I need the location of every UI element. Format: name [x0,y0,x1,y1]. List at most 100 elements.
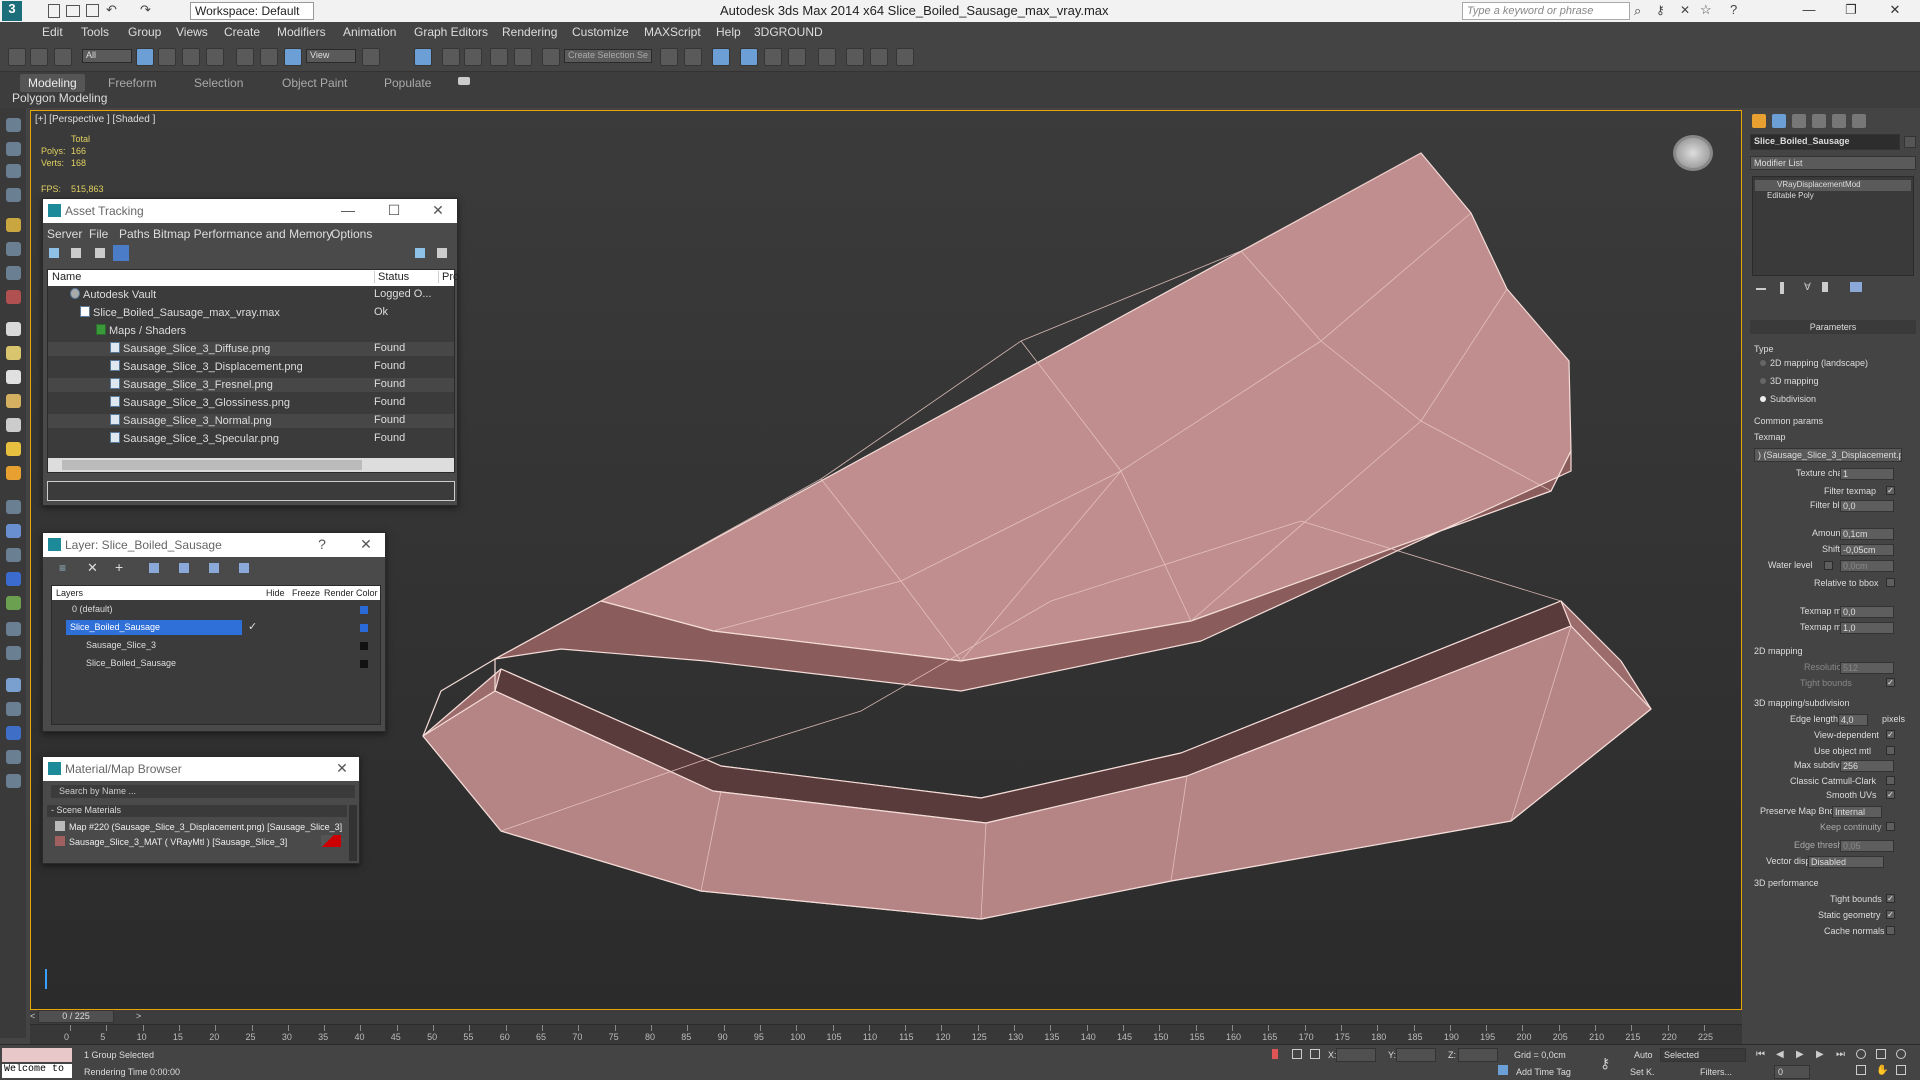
pan-icon[interactable]: ✋ [1876,1065,1888,1076]
menu-paths[interactable]: Paths [119,227,150,241]
favorites-star-icon[interactable]: ☆ [1700,2,1712,18]
filter-blur-spinner[interactable]: 0,0 [1840,500,1894,512]
resolution-spinner[interactable]: 512 [1840,662,1894,674]
select-layer-icon[interactable] [179,563,189,573]
ribbon-panel-polygon-modeling[interactable]: Polygon Modeling [12,91,107,105]
layer-row[interactable]: Slice_Boiled_Sausage ✓ [52,620,380,636]
view-dependent-checkbox[interactable]: ✓ [1886,730,1895,739]
close-icon[interactable]: ✕ [357,536,375,552]
teapot-icon[interactable] [6,346,21,360]
table-row[interactable]: Sausage_Slice_3_Glossiness.png Found [48,396,454,410]
field-of-view-icon[interactable] [1856,1065,1866,1075]
add-time-tag-button[interactable]: Add Time Tag [1516,1067,1571,1077]
absolute-mode-icon[interactable] [1310,1049,1320,1059]
next-frame-icon[interactable]: ▶ [1816,1049,1824,1060]
texmap-max-spinner[interactable]: 1,0 [1840,622,1894,634]
globe-icon[interactable] [6,572,21,586]
layer-row-swatch[interactable] [360,642,368,650]
redo-icon[interactable]: ↷ [140,2,151,18]
isolate-selection-icon[interactable] [1272,1049,1278,1059]
layer-manager-icon[interactable] [712,48,730,66]
refresh-icon[interactable] [49,248,59,258]
cone-icon[interactable] [6,418,21,432]
minimize-icon[interactable]: — [1794,2,1824,20]
box-primitive-icon[interactable] [6,322,21,336]
menu-bitmap-performance[interactable]: Bitmap Performance and Memory [153,227,332,241]
texmap-min-spinner[interactable]: 0,0 [1840,606,1894,618]
schematic-view-icon[interactable] [788,48,806,66]
menu-customize[interactable]: Customize [572,25,629,39]
key-icon[interactable]: ⚷ [1656,3,1665,17]
scene-materials-group[interactable]: - Scene Materials [47,805,347,817]
menu-group[interactable]: Group [128,25,161,39]
table-row[interactable]: Autodesk Vault Logged O... [48,288,454,302]
snaps-toggle-icon[interactable] [442,48,460,66]
current-frame-field[interactable]: 0 [1774,1065,1810,1079]
stack-item[interactable]: Editable Poly [1755,191,1911,202]
maxscript-mini-listener[interactable]: Welcome to [2,1064,72,1078]
maximize-icon[interactable]: ☐ [385,202,403,218]
col-name[interactable]: Name [52,271,81,283]
scale-icon[interactable] [284,48,302,66]
angle-snap-icon[interactable] [464,48,482,66]
layer-row-swatch[interactable] [360,606,368,614]
ribbon-tab-populate[interactable]: Populate [376,74,439,92]
z-coordinate-field[interactable] [1458,1048,1498,1062]
menu-file[interactable]: File [89,227,108,241]
motion-tab-icon[interactable] [1812,114,1826,128]
align-icon[interactable] [684,48,702,66]
settings-icon[interactable] [437,248,447,258]
menu-animation[interactable]: Animation [343,25,396,39]
layer-dialog-titlebar[interactable]: Layer: Slice_Boiled_Sausage ? ✕ [43,533,385,557]
texture-chan-spinner[interactable]: 1 [1840,468,1894,480]
orbit-icon[interactable] [1896,1049,1906,1059]
vertical-scrollbar[interactable] [349,805,357,861]
rotate-icon[interactable] [260,48,278,66]
table-view-icon[interactable] [113,245,129,261]
zoom-icon[interactable] [1856,1049,1866,1059]
systems-icon[interactable] [6,548,21,562]
static-geometry-checkbox[interactable]: ✓ [1886,910,1895,919]
use-object-mtl-checkbox[interactable] [1886,746,1895,755]
cache-normals-checkbox[interactable] [1886,926,1895,935]
close-icon[interactable]: ✕ [1880,2,1910,20]
radio-3d-mapping[interactable]: 3D mapping [1760,376,1819,386]
col-freeze[interactable]: Freeze [292,588,320,598]
close-icon[interactable]: ✕ [429,202,447,218]
pivot-center-icon[interactable] [362,48,380,66]
menu-maxscript[interactable]: MAXScript [644,25,701,39]
snap-icon[interactable] [6,118,21,132]
move-icon[interactable] [236,48,254,66]
preserve-map-dropdown[interactable]: Internal [1832,806,1882,818]
table-row[interactable]: Sausage_Slice_3_Displacement.png Found [48,360,454,374]
table-row[interactable]: Maps / Shaders [48,324,454,338]
menu-options[interactable]: Options [331,227,372,241]
help-icon[interactable]: ? [1730,2,1737,17]
layer-row-swatch[interactable] [360,624,368,632]
material-list-item[interactable]: Map #220 (Sausage_Slice_3_Displacement.p… [55,820,343,834]
window-crossing-icon[interactable] [206,48,224,66]
select-manipulate-icon[interactable] [414,48,432,66]
play-icon[interactable]: ▶ [1796,1049,1804,1060]
col-status[interactable]: Status [374,271,409,283]
filter-texmap-checkbox[interactable]: ✓ [1886,486,1895,495]
previous-frame-icon[interactable]: ◀ [1776,1049,1784,1060]
go-to-end-icon[interactable]: ⏭ [1836,1049,1845,1060]
create-layer-icon[interactable]: ≡ [59,561,66,575]
menu-create[interactable]: Create [224,25,260,39]
help-search-input[interactable]: Type a keyword or phrase [1462,2,1630,20]
render-production-icon[interactable] [896,48,914,66]
create-tab-icon[interactable] [1752,114,1766,128]
edge-thresh-spinner[interactable]: 0,05 [1840,840,1894,852]
water-level-checkbox[interactable] [1824,561,1833,570]
ribbon-toggle-icon[interactable] [740,48,758,66]
render-tool-icon[interactable] [6,290,21,304]
stack-item[interactable]: VRayDisplacementMod [1755,180,1911,191]
key-filters-button[interactable]: Filters... [1700,1067,1732,1077]
layer-row-swatch[interactable] [360,660,368,668]
menu-server[interactable]: Server [47,227,82,241]
display-tab-icon[interactable] [1832,114,1846,128]
ribbon-tab-modeling[interactable]: Modeling [20,74,85,92]
utility-icon[interactable] [6,702,21,716]
new-file-icon[interactable] [48,4,60,18]
